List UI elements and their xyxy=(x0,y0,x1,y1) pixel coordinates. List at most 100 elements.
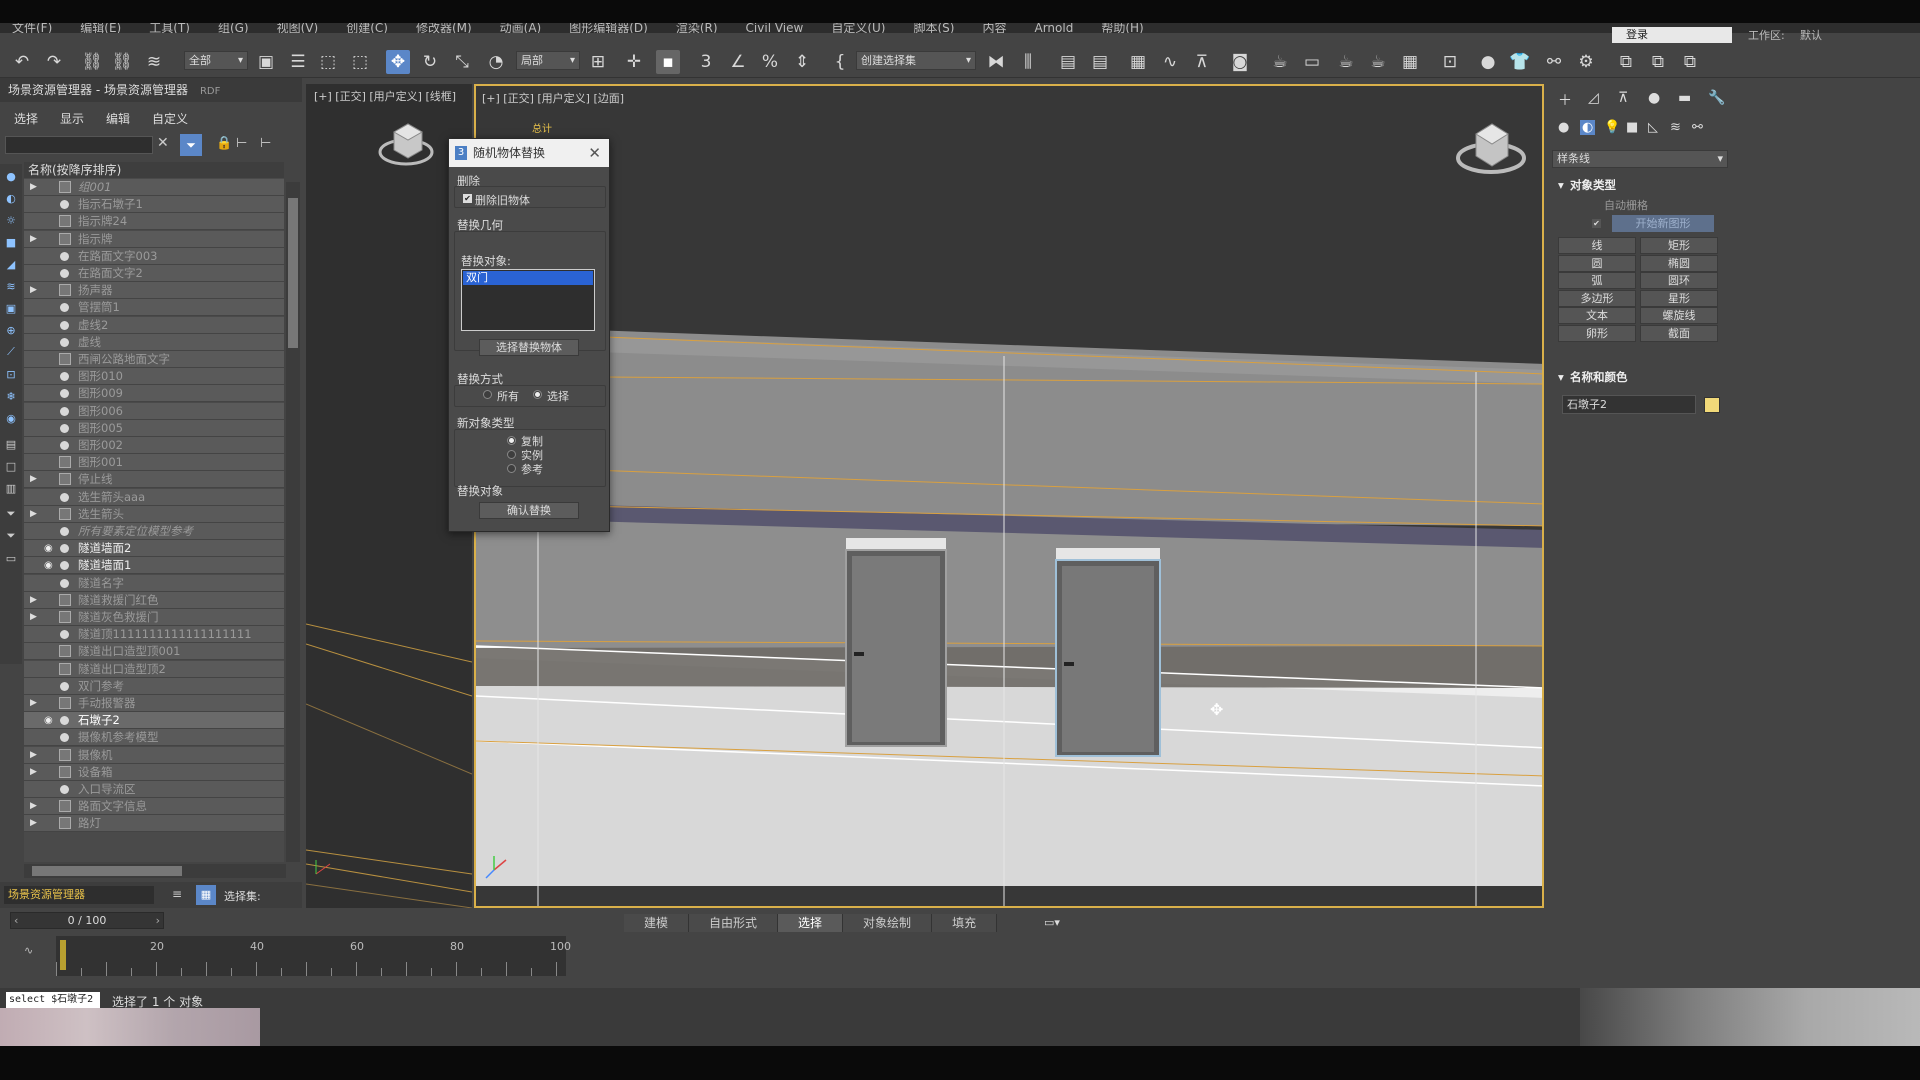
ribbon-options-icon[interactable]: ▭▾ xyxy=(1044,916,1060,929)
percent-snap-icon[interactable]: % xyxy=(758,50,782,74)
dialog-title-bar[interactable]: 3 随机物体替换 ✕ xyxy=(449,139,609,167)
list-column-header[interactable]: 名称(按降序排序) xyxy=(24,162,284,178)
menu-item[interactable]: 组(G) xyxy=(218,23,249,33)
display-none-icon[interactable]: □ xyxy=(3,458,19,474)
menu-item[interactable]: 动画(A) xyxy=(500,23,542,33)
helpers-cat-icon[interactable]: ◺ xyxy=(1648,120,1658,135)
expand-arrow-icon[interactable]: ▶ xyxy=(30,282,37,299)
render-setup-icon[interactable]: ☕ xyxy=(1268,50,1292,74)
link-icon[interactable]: ⛓ xyxy=(80,50,104,74)
snaps-toggle-icon[interactable]: 3 xyxy=(694,50,718,74)
list-item[interactable]: 图形009 xyxy=(24,385,284,403)
mode-all-radio[interactable] xyxy=(483,390,492,399)
type-instance-radio[interactable] xyxy=(507,450,516,459)
list-item[interactable]: ▶ 停止线 xyxy=(24,471,284,489)
angle-snap-icon[interactable]: ∠ xyxy=(726,50,750,74)
list-item[interactable]: 图形010 xyxy=(24,368,284,386)
spinner-snap-icon[interactable]: ⇕ xyxy=(790,50,814,74)
mirror-icon[interactable]: ⧓ xyxy=(984,50,1008,74)
render-cloud-icon[interactable]: ▦ xyxy=(1398,50,1422,74)
menu-item[interactable]: 自定义(U) xyxy=(831,23,885,33)
unlink-icon[interactable]: ⛓ xyxy=(110,50,134,74)
menu-item[interactable]: 工具(T) xyxy=(149,23,190,33)
hscroll-thumb[interactable] xyxy=(32,866,182,876)
keyboard-shortcut-icon[interactable]: ▪ xyxy=(656,50,680,74)
visibility-eye-icon[interactable]: ◉ xyxy=(44,557,53,574)
list-item[interactable]: ▶ 路灯 xyxy=(24,815,284,833)
explorer-vertical-scrollbar[interactable] xyxy=(286,182,300,862)
list-item[interactable]: 所有要素定位模型参考 xyxy=(24,523,284,540)
menu-item[interactable]: Arnold xyxy=(1034,23,1073,33)
list-item[interactable]: ◉ 隧道墙面2 xyxy=(24,540,284,558)
rotate-icon[interactable]: ↻ xyxy=(418,50,442,74)
edit-named-sets-icon[interactable]: { xyxy=(828,50,852,74)
list-item[interactable]: 图形006 xyxy=(24,402,284,420)
shape-type-select[interactable]: 样条线 xyxy=(1552,150,1728,168)
explorer-menu-item[interactable]: 显示 xyxy=(60,108,84,130)
visibility-eye-icon[interactable]: ◉ xyxy=(44,540,53,557)
briefcase-icon[interactable]: ▭ xyxy=(3,550,19,566)
schematic-view-icon[interactable]: ⊼ xyxy=(1190,50,1214,74)
menu-item[interactable]: 脚本(S) xyxy=(913,23,954,33)
display-groups-icon[interactable]: ▣ xyxy=(3,300,19,316)
scale-icon[interactable]: ⤡ xyxy=(450,50,474,74)
expand-arrow-icon[interactable]: ▶ xyxy=(30,506,37,523)
shape-button[interactable]: 椭圆 xyxy=(1640,254,1718,272)
list-item[interactable]: 虚线 xyxy=(24,333,284,351)
shape-button[interactable]: 多边形 xyxy=(1558,289,1636,307)
place-icon[interactable]: ◔ xyxy=(484,50,508,74)
time-slider[interactable]: ‹ 0 / 100 › xyxy=(10,912,164,929)
ribbon-tab[interactable]: 对象绘制 xyxy=(843,914,933,932)
display-bones-icon[interactable]: ⟋ xyxy=(3,344,19,360)
next-frame-icon[interactable]: › xyxy=(156,913,160,928)
render-online-icon[interactable]: ⊡ xyxy=(1438,50,1462,74)
expand-arrow-icon[interactable]: ▶ xyxy=(30,471,37,488)
list-item[interactable]: ▶ 选生箭头 xyxy=(24,505,284,523)
shape-button[interactable]: 矩形 xyxy=(1640,237,1718,254)
expand-arrow-icon[interactable]: ▶ xyxy=(30,815,37,832)
layers-icon[interactable]: ≡ xyxy=(172,887,182,901)
hierarchy-icon[interactable]: ⊢ xyxy=(236,136,247,151)
shape-button[interactable]: 圆环 xyxy=(1640,272,1718,290)
maxscript-listener[interactable]: select $石墩子2 xyxy=(6,992,100,1008)
close-icon[interactable]: ✕ xyxy=(588,139,601,167)
lock-icon[interactable]: 🔒 xyxy=(216,136,232,151)
rect-selection-icon[interactable]: ⬚ xyxy=(316,50,340,74)
expand-arrow-icon[interactable]: ▶ xyxy=(30,609,37,626)
list-item[interactable]: 管摆筒1 xyxy=(24,299,284,317)
sort-icon[interactable]: ▦ xyxy=(196,885,216,905)
list-item[interactable]: 隧道出口造型顶001 xyxy=(24,643,284,661)
display-tab-icon[interactable]: ▬ xyxy=(1678,90,1691,106)
funnel2-icon[interactable]: ⏷ xyxy=(3,528,19,544)
explorer-selector[interactable]: 场景资源管理器 xyxy=(4,886,154,904)
display-geometry-icon[interactable]: ● xyxy=(3,168,19,184)
bind-spacewarp-icon[interactable]: ≋ xyxy=(142,50,166,74)
filter-icon[interactable]: ⏷ xyxy=(180,134,202,156)
toggle-ribbon-icon[interactable]: ▦ xyxy=(1126,50,1150,74)
list-item[interactable]: 摄像机参考模型 xyxy=(24,729,284,747)
shape-button[interactable]: 卵形 xyxy=(1558,325,1636,342)
shape-button[interactable]: 截面 xyxy=(1640,325,1718,342)
display-cameras-icon[interactable]: ■ xyxy=(3,234,19,250)
toggle-layer-explorer-icon[interactable]: ▤ xyxy=(1088,50,1112,74)
list-item[interactable]: ◉ 隧道墙面1 xyxy=(24,557,284,575)
list-item[interactable]: ▶ 手动报警器 xyxy=(24,695,284,712)
menu-item[interactable]: 内容 xyxy=(982,23,1006,33)
menu-item[interactable]: 视图(V) xyxy=(277,23,319,33)
list-item[interactable]: 图形005 xyxy=(24,419,284,437)
menu-item[interactable]: 帮助(H) xyxy=(1101,23,1143,33)
time-ruler[interactable]: 20 40 60 80 100 xyxy=(56,936,571,976)
menu-item[interactable]: Civil View xyxy=(746,23,804,33)
start-new-shape-checkbox[interactable]: ✔ xyxy=(1592,219,1601,228)
redo-icon[interactable]: ↷ xyxy=(42,50,66,74)
shape-button[interactable]: 星形 xyxy=(1640,289,1718,307)
toggle-scene-explorer-icon[interactable]: ▤ xyxy=(1056,50,1080,74)
display-helpers-icon[interactable]: ◢ xyxy=(3,256,19,272)
list-item[interactable]: 图形002 xyxy=(24,437,284,454)
sphere-icon[interactable]: ● xyxy=(1476,50,1500,74)
shapes-cat-icon[interactable]: ◐ xyxy=(1580,120,1596,135)
confirm-replace-button[interactable]: 确认替换 xyxy=(479,502,579,519)
select-by-name-icon[interactable]: ☰ xyxy=(286,50,310,74)
list-item[interactable]: 隧道出口造型顶2 xyxy=(24,660,284,678)
display-lights-icon[interactable]: ☼ xyxy=(3,212,19,228)
